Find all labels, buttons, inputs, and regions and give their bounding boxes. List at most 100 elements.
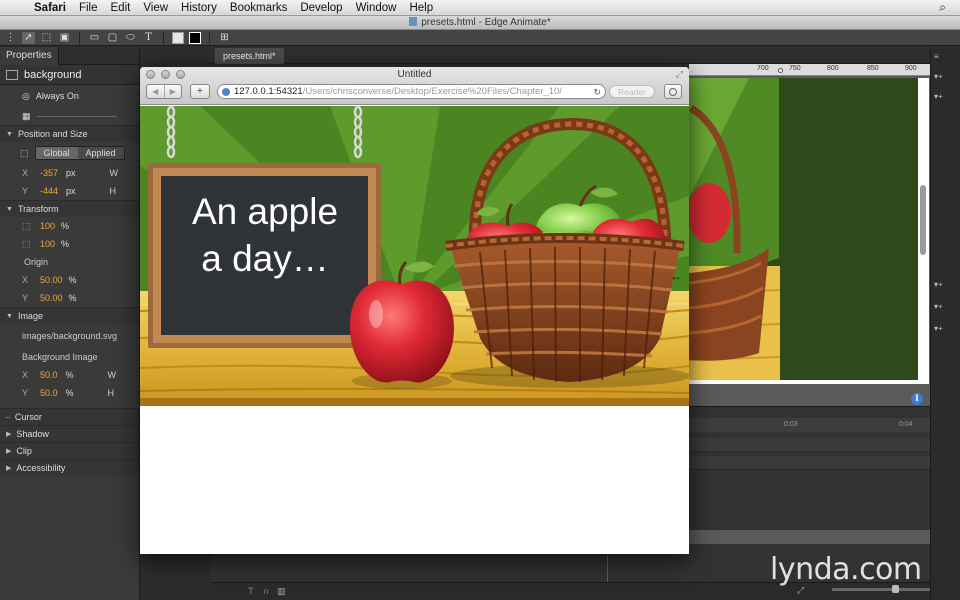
mode-applied-button[interactable]: Applied bbox=[77, 147, 124, 159]
bg-position-x-value[interactable]: 50.0 bbox=[40, 370, 58, 380]
menu-develop[interactable]: Develop bbox=[296, 2, 351, 14]
position-y-value[interactable]: -444 bbox=[40, 186, 58, 196]
clip-section[interactable]: ▶ Clip bbox=[0, 442, 139, 459]
add-bookmark-button[interactable]: + bbox=[190, 84, 210, 99]
selection-tool-icon[interactable]: ➚ bbox=[22, 31, 35, 44]
url-host: 127.0.0.1:54321 bbox=[234, 86, 303, 97]
transform-section[interactable]: ▼ Transform bbox=[0, 200, 139, 217]
timeline-keyframe-bar[interactable] bbox=[689, 530, 946, 544]
stage-vertical-scrollbar[interactable] bbox=[920, 185, 926, 255]
ruler-tick: 700 bbox=[757, 65, 769, 72]
rounded-rectangle-tool-icon[interactable]: ▢ bbox=[106, 32, 119, 44]
background-image-label: Background Image bbox=[22, 352, 98, 362]
menu-view[interactable]: View bbox=[139, 2, 177, 14]
disclosure-triangle-icon: ▼ bbox=[6, 205, 13, 213]
tool-divider bbox=[209, 31, 210, 44]
menu-history[interactable]: History bbox=[177, 2, 226, 14]
x-label: X bbox=[22, 168, 29, 178]
menu-edit[interactable]: Edit bbox=[107, 2, 140, 14]
mode-global-button[interactable]: Global bbox=[35, 147, 78, 159]
menu-help[interactable]: Help bbox=[405, 2, 442, 14]
scale-y-value[interactable]: 100 bbox=[40, 239, 55, 249]
section-title: Cursor bbox=[14, 412, 42, 422]
timeline-track[interactable] bbox=[689, 456, 946, 470]
panel-expand-icon[interactable]: ▾+ bbox=[934, 280, 954, 289]
address-bar[interactable]: 127.0.0.1:54321/Users/chrisconverse/Desk… bbox=[217, 84, 606, 99]
accessibility-section[interactable]: ▶ Accessibility bbox=[0, 459, 139, 476]
menu-window[interactable]: Window bbox=[352, 2, 406, 14]
back-button[interactable]: ◀ bbox=[147, 85, 165, 98]
lock-icon[interactable]: ∩ bbox=[263, 586, 269, 596]
panel-expand-icon[interactable]: ▾+ bbox=[934, 324, 954, 333]
origin-unit: % bbox=[68, 275, 77, 285]
stage-grid-icon[interactable]: ⊞ bbox=[218, 32, 231, 44]
menu-bookmarks[interactable]: Bookmarks bbox=[226, 2, 297, 14]
transform-tool-icon[interactable]: ⬚ bbox=[40, 32, 53, 44]
menu-app[interactable]: Safari bbox=[34, 2, 75, 14]
position-size-section[interactable]: ▼ Position and Size bbox=[0, 125, 139, 142]
slogan-line-2: a day… bbox=[201, 238, 329, 279]
section-title: Shadow bbox=[16, 429, 49, 439]
panel-expand-icon[interactable]: ▾+ bbox=[934, 92, 954, 101]
timeline-playhead[interactable] bbox=[607, 555, 608, 582]
grip-icon: ⋮ bbox=[5, 31, 16, 43]
history-nav-buttons: ◀ ▶ bbox=[146, 84, 182, 99]
timeline-track[interactable] bbox=[689, 438, 946, 452]
browser-toolbar: Untitled ⤢ ◀ ▶ + 127.0.0.1:54321/Users/c… bbox=[140, 67, 689, 105]
opacity-icon: ▦ bbox=[22, 110, 31, 121]
info-icon[interactable]: i bbox=[911, 393, 923, 405]
timeline-tick: 0:04 bbox=[899, 421, 913, 428]
forward-button[interactable]: ▶ bbox=[165, 85, 182, 98]
bg-position-y-value[interactable]: 50.0 bbox=[40, 388, 58, 398]
x-label: X bbox=[22, 275, 29, 285]
section-title: Image bbox=[17, 311, 43, 321]
timeline-zoom-slider[interactable] bbox=[832, 588, 932, 591]
bg-position-unit[interactable]: % bbox=[66, 370, 74, 380]
element-name-field[interactable]: background bbox=[24, 69, 82, 81]
origin-y-value[interactable]: 50.00 bbox=[40, 293, 63, 303]
image-path-field[interactable]: images/background.svg bbox=[22, 331, 117, 341]
disclosure-triangle-icon: ▶ bbox=[6, 431, 12, 438]
display-dropdown[interactable]: Always On bbox=[36, 91, 79, 101]
ellipse-tool-icon[interactable]: ⬭ bbox=[124, 32, 137, 44]
reader-button[interactable]: Reader bbox=[609, 85, 655, 98]
registration-point-icon[interactable]: ⬚ bbox=[20, 148, 29, 159]
origin-x-value[interactable]: 50.00 bbox=[40, 275, 63, 285]
position-x-row: X -357 px W bbox=[0, 164, 139, 182]
layer-options-icon[interactable]: ▥ bbox=[277, 586, 286, 597]
fullscreen-icon[interactable]: ⤢ bbox=[676, 69, 683, 80]
filter-icon[interactable]: ⊤ bbox=[247, 586, 255, 597]
position-x-value[interactable]: -357 bbox=[40, 168, 58, 178]
reload-icon[interactable]: ↻ bbox=[591, 85, 601, 98]
fill-color-swatch[interactable] bbox=[172, 31, 184, 44]
cursor-section[interactable]: – Cursor bbox=[0, 408, 139, 425]
x-label: X bbox=[22, 370, 29, 380]
ruler-tick: 800 bbox=[827, 65, 839, 72]
section-title: Clip bbox=[16, 446, 32, 456]
height-label: H bbox=[107, 388, 115, 398]
disclosure-triangle-icon: ▼ bbox=[6, 130, 13, 138]
position-unit[interactable]: px bbox=[66, 186, 76, 196]
downloads-button[interactable] bbox=[664, 84, 682, 99]
tab-properties[interactable]: Properties bbox=[0, 47, 59, 65]
bg-position-unit[interactable]: % bbox=[66, 388, 74, 398]
panel-expand-icon[interactable]: ▾+ bbox=[934, 302, 954, 311]
position-unit[interactable]: px bbox=[66, 168, 76, 178]
clipping-tool-icon[interactable]: ▣ bbox=[58, 32, 71, 44]
panel-menu-icon[interactable]: ≡ bbox=[934, 52, 954, 61]
width-label: W bbox=[107, 370, 117, 380]
text-tool-icon[interactable]: T bbox=[142, 32, 155, 44]
menu-file[interactable]: File bbox=[75, 2, 107, 14]
shadow-section[interactable]: ▶ Shadow bbox=[0, 425, 139, 442]
spotlight-search-icon[interactable]: ⌕ bbox=[939, 0, 946, 15]
origin-unit: % bbox=[68, 293, 77, 303]
stage-composition[interactable] bbox=[689, 78, 918, 380]
opacity-slider[interactable] bbox=[36, 115, 117, 117]
stroke-color-swatch[interactable] bbox=[189, 31, 201, 44]
rectangle-tool-icon[interactable]: ▭ bbox=[88, 32, 101, 44]
panel-expand-icon[interactable]: ▾+ bbox=[934, 72, 954, 81]
ruler-playhead-marker[interactable] bbox=[778, 68, 783, 73]
tab-presets-html[interactable]: presets.html* bbox=[215, 48, 284, 64]
image-section[interactable]: ▼ Image bbox=[0, 307, 139, 324]
scale-x-value[interactable]: 100 bbox=[40, 221, 55, 231]
